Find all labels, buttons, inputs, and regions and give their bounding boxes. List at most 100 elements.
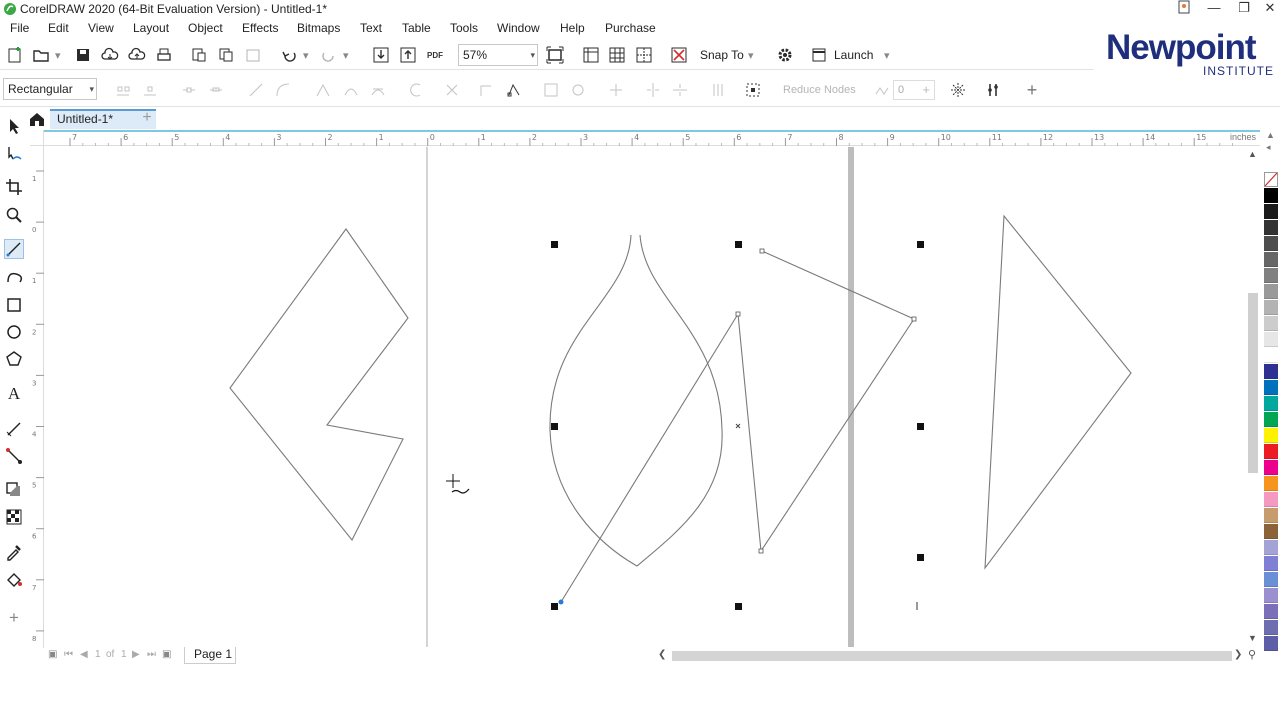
color-swatch[interactable] <box>1264 204 1278 219</box>
path-node[interactable] <box>759 248 765 254</box>
transparency-tool-icon[interactable] <box>4 507 24 527</box>
maximize-button[interactable]: ❐ <box>1230 0 1258 18</box>
menu-object[interactable]: Object <box>188 21 223 35</box>
color-swatch[interactable] <box>1264 252 1278 267</box>
select-all-nodes-icon[interactable] <box>742 79 764 101</box>
align-nodes-icon[interactable] <box>605 79 627 101</box>
color-swatch[interactable] <box>1264 476 1278 491</box>
menu-tools[interactable]: Tools <box>450 21 478 35</box>
color-swatch[interactable] <box>1264 236 1278 251</box>
new-document-icon[interactable] <box>4 44 26 66</box>
scroll-left-icon[interactable]: ❮ <box>658 649 666 660</box>
zoom-level-combo[interactable]: 57% ▾ <box>458 44 538 66</box>
text-tool-icon[interactable]: A <box>4 384 24 404</box>
show-guidelines-icon[interactable] <box>633 44 655 66</box>
show-rulers-icon[interactable] <box>580 44 602 66</box>
node-alignment-icon[interactable] <box>982 79 1004 101</box>
palette-scroll-up-icon[interactable]: ▲ <box>1266 130 1275 140</box>
mirror-vertical-icon[interactable] <box>669 79 691 101</box>
publish-pdf-icon[interactable]: PDF <box>424 44 446 66</box>
undo-dropdown-icon[interactable]: ▾ <box>303 49 309 62</box>
smooth-node-icon[interactable] <box>340 79 362 101</box>
parallel-dimension-tool-icon[interactable] <box>4 419 24 439</box>
redo-dropdown-icon[interactable]: ▾ <box>343 49 349 62</box>
selection-handle[interactable] <box>735 241 742 248</box>
selection-handle[interactable] <box>551 603 558 610</box>
last-page-icon[interactable]: ⏭ <box>147 649 156 660</box>
curve-smoothness-field[interactable]: 0 + <box>893 80 935 100</box>
selection-handle[interactable] <box>917 241 924 248</box>
color-swatch[interactable] <box>1264 316 1278 331</box>
color-swatch[interactable] <box>1264 604 1278 619</box>
menu-view[interactable]: View <box>88 21 114 35</box>
color-swatch[interactable] <box>1264 396 1278 411</box>
horizontal-ruler[interactable]: 7 6 5 4 3 2 1 0 1 2 3 4 5 6 7 8 9 10 11 12 13 14 15 inches <box>44 130 1260 146</box>
shape-tool-icon[interactable] <box>4 144 24 164</box>
reduce-nodes-button[interactable]: Reduce Nodes <box>783 84 856 96</box>
undo-icon[interactable] <box>278 44 300 66</box>
mirror-horizontal-icon[interactable] <box>642 79 664 101</box>
new-tab-plus-icon[interactable]: + <box>138 110 156 128</box>
reverse-direction-icon[interactable] <box>405 79 427 101</box>
menu-bitmaps[interactable]: Bitmaps <box>297 21 340 35</box>
extend-curve-icon[interactable] <box>441 79 463 101</box>
crop-tool-icon[interactable] <box>4 177 24 197</box>
connector-tool-icon[interactable] <box>4 446 24 466</box>
scroll-right-icon[interactable]: ❯ <box>1234 649 1242 660</box>
cloud-upload-icon[interactable] <box>126 44 148 66</box>
freehand-polygon-shape[interactable] <box>229 228 409 542</box>
show-grid-icon[interactable] <box>606 44 628 66</box>
drawing-canvas[interactable] <box>44 147 1246 647</box>
launch-icon[interactable] <box>808 44 830 66</box>
home-icon[interactable] <box>28 110 46 128</box>
color-swatch[interactable] <box>1264 460 1278 475</box>
color-swatch[interactable] <box>1264 188 1278 203</box>
color-swatch[interactable] <box>1264 332 1278 347</box>
zoom-tool-icon[interactable] <box>4 205 24 225</box>
ellipse-tool-icon[interactable] <box>4 322 24 342</box>
minimize-button[interactable]: — <box>1200 0 1228 18</box>
color-swatch[interactable] <box>1264 524 1278 539</box>
color-swatch[interactable] <box>1264 540 1278 555</box>
path-node[interactable] <box>735 311 741 317</box>
color-swatch[interactable] <box>1264 588 1278 603</box>
selection-handle[interactable] <box>735 603 742 610</box>
horizontal-scroll-thumb[interactable] <box>672 651 1232 661</box>
full-screen-preview-icon[interactable] <box>544 44 566 66</box>
start-node[interactable] <box>558 599 564 605</box>
color-swatch[interactable] <box>1264 300 1278 315</box>
add-node-icon[interactable] <box>112 79 134 101</box>
copy-icon[interactable] <box>215 44 237 66</box>
redo-icon[interactable] <box>318 44 340 66</box>
path-node[interactable] <box>911 316 917 322</box>
close-curve-icon[interactable] <box>503 79 525 101</box>
vertical-scrollbar[interactable]: ▲ ▼ <box>1246 147 1260 647</box>
stretch-nodes-icon[interactable] <box>540 79 562 101</box>
menu-purchase[interactable]: Purchase <box>605 21 656 35</box>
color-swatch[interactable] <box>1264 428 1278 443</box>
open-folder-icon[interactable] <box>30 44 52 66</box>
menu-text[interactable]: Text <box>360 21 382 35</box>
page-tab[interactable]: Page 1 <box>184 647 236 664</box>
snap-to-label[interactable]: Snap To <box>700 48 744 62</box>
elastic-mode-icon[interactable] <box>707 79 729 101</box>
color-swatch[interactable] <box>1264 556 1278 571</box>
zoom-navigator-icon[interactable]: ⚲ <box>1248 648 1256 661</box>
color-swatch[interactable] <box>1264 348 1278 363</box>
rectangle-tool-icon[interactable] <box>4 295 24 315</box>
color-swatch[interactable] <box>1264 444 1278 459</box>
drop-shadow-tool-icon[interactable] <box>4 480 24 500</box>
triangle-shape[interactable] <box>984 214 1132 570</box>
color-swatch[interactable] <box>1264 412 1278 427</box>
color-swatch[interactable] <box>1264 508 1278 523</box>
interactive-fill-tool-icon[interactable] <box>4 569 24 589</box>
selection-handle[interactable] <box>917 423 924 430</box>
extract-subpath-icon[interactable] <box>476 79 498 101</box>
vertical-ruler[interactable]: 1 0 1 2 3 4 5 6 7 8 <box>30 146 44 648</box>
next-page-icon[interactable]: ▶ <box>132 649 140 660</box>
menu-effects[interactable]: Effects <box>242 21 278 35</box>
color-swatch[interactable] <box>1264 284 1278 299</box>
rotate-nodes-icon[interactable] <box>567 79 589 101</box>
snap-to-dropdown-icon[interactable]: ▾ <box>748 49 754 62</box>
freehand-tool-icon[interactable] <box>4 239 24 259</box>
